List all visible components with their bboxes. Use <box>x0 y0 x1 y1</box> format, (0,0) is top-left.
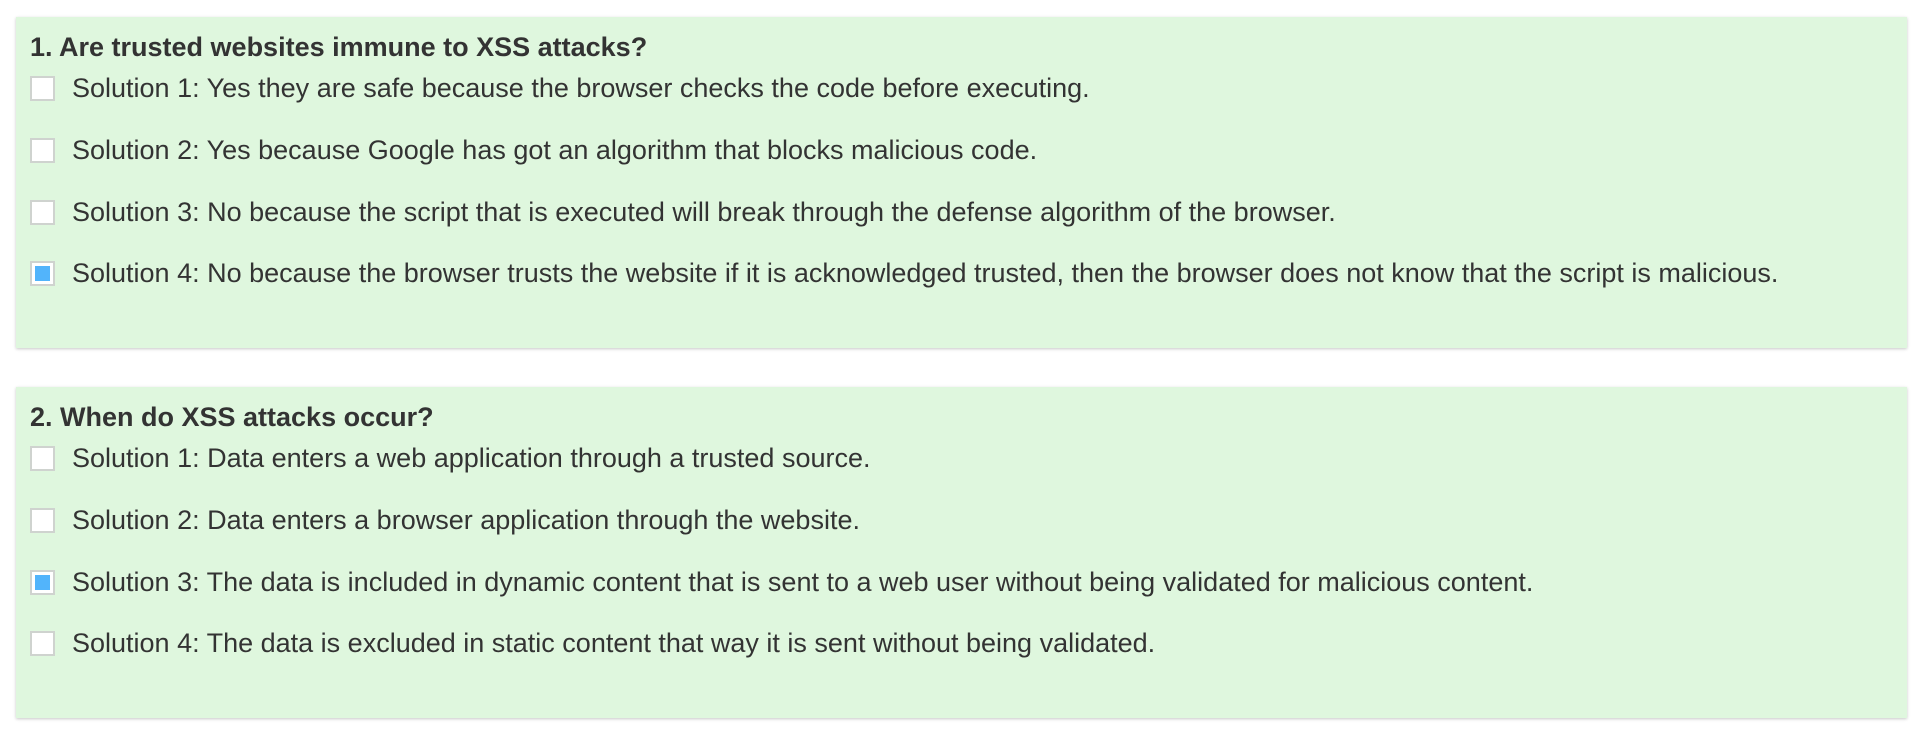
checkbox-icon[interactable] <box>30 569 55 595</box>
question-title-1: 1. Are trusted websites immune to XSS at… <box>30 32 648 62</box>
question-2-option-1[interactable]: Solution 1: Data enters a web applicatio… <box>30 440 871 476</box>
question-card-2: 2. When do XSS attacks occur? Solution 1… <box>16 387 1907 718</box>
checkbox-icon[interactable] <box>30 137 55 163</box>
question-2-option-2[interactable]: Solution 2: Data enters a browser applic… <box>30 502 860 538</box>
option-label: Solution 1: Data enters a web applicatio… <box>72 443 871 473</box>
option-label: Solution 2: Data enters a browser applic… <box>72 505 860 535</box>
question-1-option-1[interactable]: Solution 1: Yes they are safe because th… <box>30 70 1090 106</box>
option-label: Solution 2: Yes because Google has got a… <box>72 135 1038 165</box>
quiz-container: 1. Are trusted websites immune to XSS at… <box>0 0 1919 735</box>
checkbox-icon[interactable] <box>30 260 55 286</box>
question-2-option-3[interactable]: Solution 3: The data is included in dyna… <box>30 564 1533 600</box>
question-2-option-4[interactable]: Solution 4: The data is excluded in stat… <box>30 625 1155 661</box>
option-label: Solution 3: No because the script that i… <box>72 197 1336 227</box>
option-label: Solution 4: The data is excluded in stat… <box>72 628 1156 658</box>
checkbox-icon[interactable] <box>30 507 55 533</box>
checkbox-icon[interactable] <box>30 445 55 471</box>
checkbox-icon[interactable] <box>30 75 55 101</box>
question-title-2: 2. When do XSS attacks occur? <box>30 402 434 432</box>
question-1-option-3[interactable]: Solution 3: No because the script that i… <box>30 194 1336 230</box>
checkbox-icon[interactable] <box>30 630 55 656</box>
question-1-option-2[interactable]: Solution 2: Yes because Google has got a… <box>30 132 1037 168</box>
checkbox-icon[interactable] <box>30 199 55 225</box>
option-label: Solution 4: No because the browser trust… <box>72 258 1779 288</box>
question-1-option-4[interactable]: Solution 4: No because the browser trust… <box>30 255 1778 291</box>
question-card-1: 1. Are trusted websites immune to XSS at… <box>16 17 1907 348</box>
option-label: Solution 3: The data is included in dyna… <box>72 567 1534 597</box>
option-label: Solution 1: Yes they are safe because th… <box>72 73 1090 103</box>
